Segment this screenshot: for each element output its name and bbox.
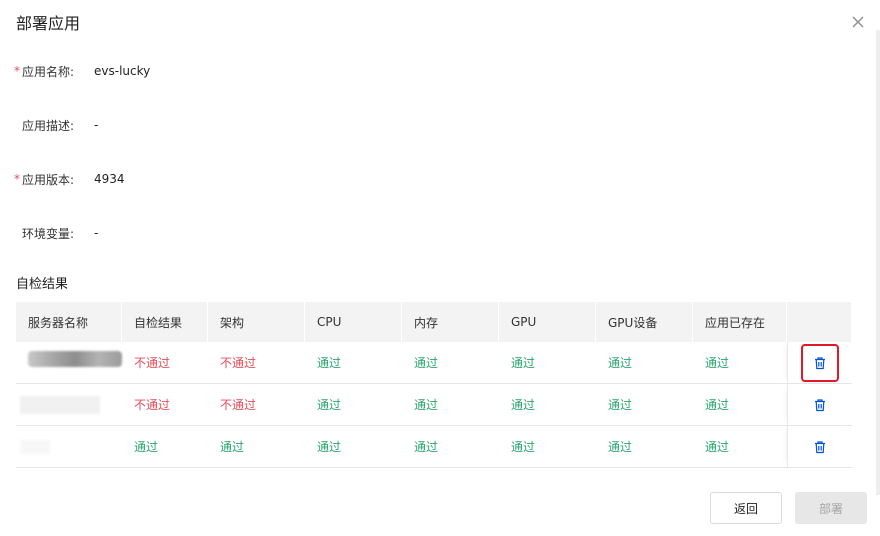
back-button[interactable]: 返回: [710, 492, 782, 524]
status-cell: 通过: [414, 398, 439, 412]
col-actions: [787, 302, 852, 342]
redacted-server-name: [20, 395, 100, 414]
status-cell: 不通过: [134, 398, 171, 412]
delete-row-button[interactable]: [801, 428, 839, 466]
status-cell: 通过: [134, 440, 159, 454]
server-name-cell: [16, 426, 122, 467]
trash-icon: [815, 398, 825, 411]
form-row-app-version: * 应用版本: 4934: [14, 169, 125, 189]
redacted-server-name: [20, 439, 50, 454]
status-cell: 通过: [608, 398, 633, 412]
status-cell: 不通过: [220, 356, 257, 370]
col-cpu: CPU: [305, 302, 402, 342]
table-row: 不通过 不通过 通过 通过 通过 通过 通过: [16, 384, 852, 426]
required-mark: *: [14, 172, 20, 186]
col-arch: 架构: [208, 302, 305, 342]
scrollbar[interactable]: [876, 30, 880, 495]
col-server-name: 服务器名称: [16, 302, 122, 342]
form-row-env-vars: 环境变量: -: [14, 223, 98, 243]
status-cell: 通过: [511, 440, 536, 454]
status-cell: 通过: [317, 356, 342, 370]
status-cell: 不通过: [220, 398, 257, 412]
status-cell: 通过: [608, 356, 633, 370]
status-cell: 通过: [317, 398, 342, 412]
app-version-value: 4934: [94, 172, 125, 186]
form-row-app-desc: 应用描述: -: [14, 115, 98, 135]
col-selfcheck: 自检结果: [122, 302, 208, 342]
status-cell: 通过: [511, 356, 536, 370]
delete-row-button[interactable]: [801, 343, 839, 382]
app-name-value: evs-lucky: [94, 64, 151, 78]
app-desc-value: -: [94, 118, 99, 132]
col-gpu-device: GPU设备: [596, 302, 693, 342]
col-app-exists: 应用已存在: [693, 302, 787, 342]
selfcheck-table: 服务器名称 自检结果 架构 CPU 内存 GPU GPU设备 应用已存在 不通过…: [16, 302, 852, 468]
app-version-label: 应用版本:: [22, 172, 75, 187]
server-name-cell: [16, 342, 122, 383]
status-cell: 通过: [705, 440, 730, 454]
table-header: 服务器名称 自检结果 架构 CPU 内存 GPU GPU设备 应用已存在: [16, 302, 852, 342]
redacted-server-name: [28, 350, 122, 367]
trash-icon: [815, 440, 825, 453]
dialog-title: 部署应用: [16, 14, 81, 33]
status-cell: 通过: [705, 398, 730, 412]
required-mark: *: [14, 64, 20, 78]
delete-row-button[interactable]: [801, 386, 839, 424]
selfcheck-title: 自检结果: [16, 277, 69, 292]
status-cell: 通过: [220, 440, 245, 454]
status-cell: 通过: [705, 356, 730, 370]
status-cell: 通过: [414, 356, 439, 370]
table-row: 通过 通过 通过 通过 通过 通过 通过: [16, 426, 852, 468]
app-name-label: 应用名称:: [22, 64, 75, 79]
form-row-app-name: * 应用名称: evs-lucky: [14, 61, 150, 81]
status-cell: 不通过: [134, 356, 171, 370]
status-cell: 通过: [317, 440, 342, 454]
status-cell: 通过: [608, 440, 633, 454]
app-desc-label: 应用描述:: [22, 118, 75, 133]
trash-icon: [815, 356, 825, 369]
col-gpu: GPU: [499, 302, 596, 342]
table-row: 不通过 不通过 通过 通过 通过 通过 通过: [16, 342, 852, 384]
close-icon[interactable]: [849, 13, 867, 31]
server-name-cell: [16, 384, 122, 425]
col-memory: 内存: [402, 302, 499, 342]
status-cell: 通过: [414, 440, 439, 454]
deploy-button[interactable]: 部署: [795, 492, 867, 524]
status-cell: 通过: [511, 398, 536, 412]
env-vars-label: 环境变量:: [22, 226, 75, 241]
env-vars-value: -: [94, 226, 99, 240]
